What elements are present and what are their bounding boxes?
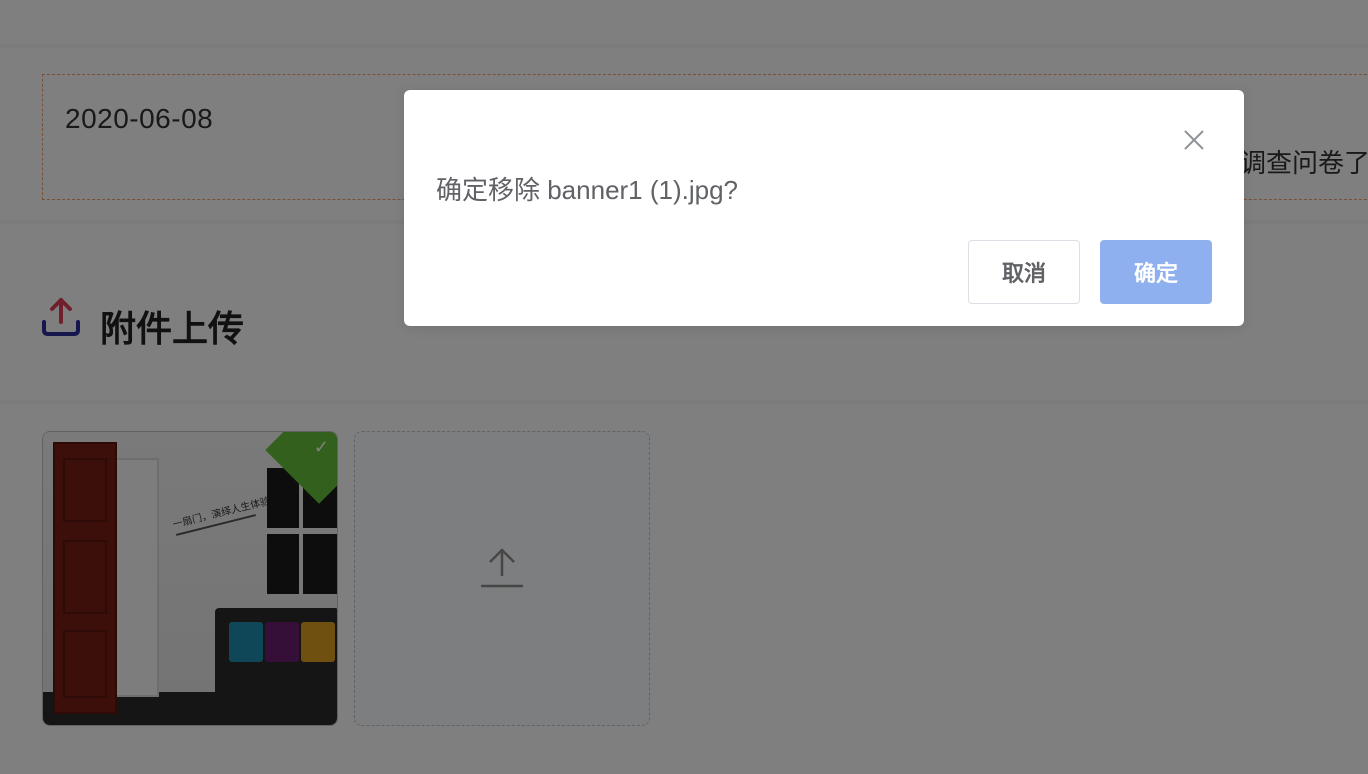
dialog-message: 确定移除 banner1 (1).jpg? (436, 175, 739, 205)
page: 2020-06-08 调查问卷了 附件上传 一扇门，演绎人生体验 (0, 0, 1368, 774)
close-icon[interactable] (1182, 128, 1206, 152)
cancel-button[interactable]: 取消 (968, 240, 1080, 304)
confirm-button[interactable]: 确定 (1100, 240, 1212, 304)
confirm-dialog: 确定移除 banner1 (1).jpg? 取消 确定 (404, 90, 1244, 326)
